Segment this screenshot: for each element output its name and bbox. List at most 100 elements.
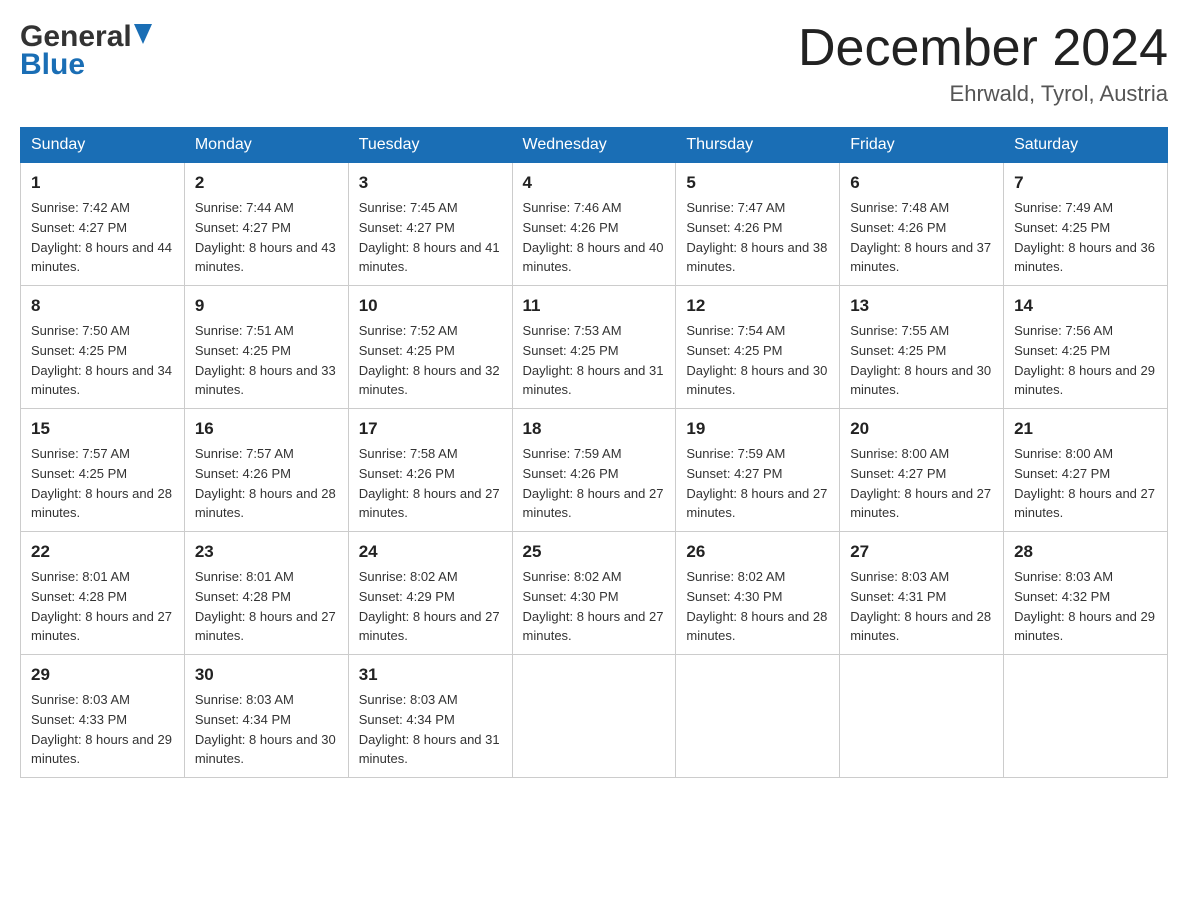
day-sunset: Sunset: 4:25 PM [31,343,127,358]
table-row: 22 Sunrise: 8:01 AM Sunset: 4:28 PM Dayl… [21,532,185,655]
day-sunrise: Sunrise: 7:58 AM [359,446,458,461]
day-sunset: Sunset: 4:26 PM [195,466,291,481]
week-row-4: 22 Sunrise: 8:01 AM Sunset: 4:28 PM Dayl… [21,532,1168,655]
day-daylight: Daylight: 8 hours and 30 minutes. [850,363,991,398]
day-sunset: Sunset: 4:28 PM [195,589,291,604]
day-number: 10 [359,294,502,319]
day-sunrise: Sunrise: 7:52 AM [359,323,458,338]
header-thursday: Thursday [676,128,840,163]
day-number: 7 [1014,171,1157,196]
day-sunset: Sunset: 4:29 PM [359,589,455,604]
day-number: 23 [195,540,338,565]
day-sunset: Sunset: 4:25 PM [31,466,127,481]
table-row: 18 Sunrise: 7:59 AM Sunset: 4:26 PM Dayl… [512,409,676,532]
day-sunrise: Sunrise: 8:03 AM [1014,569,1113,584]
day-daylight: Daylight: 8 hours and 27 minutes. [850,486,991,521]
day-daylight: Daylight: 8 hours and 29 minutes. [31,732,172,767]
day-number: 26 [686,540,829,565]
day-number: 14 [1014,294,1157,319]
day-daylight: Daylight: 8 hours and 27 minutes. [686,486,827,521]
day-sunset: Sunset: 4:30 PM [523,589,619,604]
day-daylight: Daylight: 8 hours and 30 minutes. [195,732,336,767]
day-number: 13 [850,294,993,319]
day-sunrise: Sunrise: 7:48 AM [850,200,949,215]
table-row: 12 Sunrise: 7:54 AM Sunset: 4:25 PM Dayl… [676,286,840,409]
day-sunset: Sunset: 4:26 PM [850,220,946,235]
day-number: 19 [686,417,829,442]
day-number: 9 [195,294,338,319]
day-daylight: Daylight: 8 hours and 29 minutes. [1014,363,1155,398]
week-row-5: 29 Sunrise: 8:03 AM Sunset: 4:33 PM Dayl… [21,655,1168,778]
table-row [840,655,1004,778]
day-sunset: Sunset: 4:27 PM [686,466,782,481]
table-row: 11 Sunrise: 7:53 AM Sunset: 4:25 PM Dayl… [512,286,676,409]
day-daylight: Daylight: 8 hours and 44 minutes. [31,240,172,275]
day-number: 8 [31,294,174,319]
table-row: 14 Sunrise: 7:56 AM Sunset: 4:25 PM Dayl… [1004,286,1168,409]
table-row: 19 Sunrise: 7:59 AM Sunset: 4:27 PM Dayl… [676,409,840,532]
day-daylight: Daylight: 8 hours and 28 minutes. [850,609,991,644]
day-sunset: Sunset: 4:25 PM [1014,220,1110,235]
table-row: 7 Sunrise: 7:49 AM Sunset: 4:25 PM Dayli… [1004,163,1168,286]
header-wednesday: Wednesday [512,128,676,163]
day-sunrise: Sunrise: 7:46 AM [523,200,622,215]
day-number: 31 [359,663,502,688]
day-sunset: Sunset: 4:27 PM [850,466,946,481]
table-row: 17 Sunrise: 7:58 AM Sunset: 4:26 PM Dayl… [348,409,512,532]
day-number: 15 [31,417,174,442]
table-row: 16 Sunrise: 7:57 AM Sunset: 4:26 PM Dayl… [184,409,348,532]
day-daylight: Daylight: 8 hours and 27 minutes. [1014,486,1155,521]
day-number: 16 [195,417,338,442]
table-row: 30 Sunrise: 8:03 AM Sunset: 4:34 PM Dayl… [184,655,348,778]
logo-arrow-icon [134,24,152,49]
day-daylight: Daylight: 8 hours and 38 minutes. [686,240,827,275]
day-sunset: Sunset: 4:25 PM [523,343,619,358]
day-number: 28 [1014,540,1157,565]
day-sunset: Sunset: 4:25 PM [359,343,455,358]
day-sunset: Sunset: 4:26 PM [523,466,619,481]
page-header: General Blue December 2024 Ehrwald, Tyro… [20,20,1168,107]
day-daylight: Daylight: 8 hours and 32 minutes. [359,363,500,398]
table-row [1004,655,1168,778]
day-daylight: Daylight: 8 hours and 27 minutes. [359,609,500,644]
day-daylight: Daylight: 8 hours and 31 minutes. [523,363,664,398]
table-row: 4 Sunrise: 7:46 AM Sunset: 4:26 PM Dayli… [512,163,676,286]
table-row: 9 Sunrise: 7:51 AM Sunset: 4:25 PM Dayli… [184,286,348,409]
day-sunset: Sunset: 4:25 PM [1014,343,1110,358]
day-sunrise: Sunrise: 8:03 AM [195,692,294,707]
table-row: 23 Sunrise: 8:01 AM Sunset: 4:28 PM Dayl… [184,532,348,655]
day-number: 20 [850,417,993,442]
day-daylight: Daylight: 8 hours and 28 minutes. [31,486,172,521]
calendar-table: Sunday Monday Tuesday Wednesday Thursday… [20,127,1168,778]
day-daylight: Daylight: 8 hours and 34 minutes. [31,363,172,398]
table-row: 8 Sunrise: 7:50 AM Sunset: 4:25 PM Dayli… [21,286,185,409]
header-monday: Monday [184,128,348,163]
day-sunrise: Sunrise: 7:51 AM [195,323,294,338]
day-sunrise: Sunrise: 7:56 AM [1014,323,1113,338]
table-row: 28 Sunrise: 8:03 AM Sunset: 4:32 PM Dayl… [1004,532,1168,655]
day-sunset: Sunset: 4:32 PM [1014,589,1110,604]
day-daylight: Daylight: 8 hours and 29 minutes. [1014,609,1155,644]
day-number: 6 [850,171,993,196]
day-sunrise: Sunrise: 8:02 AM [359,569,458,584]
day-number: 25 [523,540,666,565]
day-sunrise: Sunrise: 7:57 AM [31,446,130,461]
day-sunset: Sunset: 4:34 PM [195,712,291,727]
day-sunrise: Sunrise: 8:02 AM [523,569,622,584]
day-sunrise: Sunrise: 7:42 AM [31,200,130,215]
table-row: 25 Sunrise: 8:02 AM Sunset: 4:30 PM Dayl… [512,532,676,655]
day-number: 4 [523,171,666,196]
day-sunset: Sunset: 4:26 PM [523,220,619,235]
day-number: 27 [850,540,993,565]
day-daylight: Daylight: 8 hours and 27 minutes. [523,486,664,521]
day-number: 24 [359,540,502,565]
day-sunrise: Sunrise: 7:50 AM [31,323,130,338]
table-row: 27 Sunrise: 8:03 AM Sunset: 4:31 PM Dayl… [840,532,1004,655]
day-daylight: Daylight: 8 hours and 30 minutes. [686,363,827,398]
day-daylight: Daylight: 8 hours and 27 minutes. [195,609,336,644]
day-sunrise: Sunrise: 8:03 AM [850,569,949,584]
month-title: December 2024 [798,20,1168,77]
calendar-header-row: Sunday Monday Tuesday Wednesday Thursday… [21,128,1168,163]
day-sunrise: Sunrise: 8:00 AM [850,446,949,461]
day-sunrise: Sunrise: 8:02 AM [686,569,785,584]
